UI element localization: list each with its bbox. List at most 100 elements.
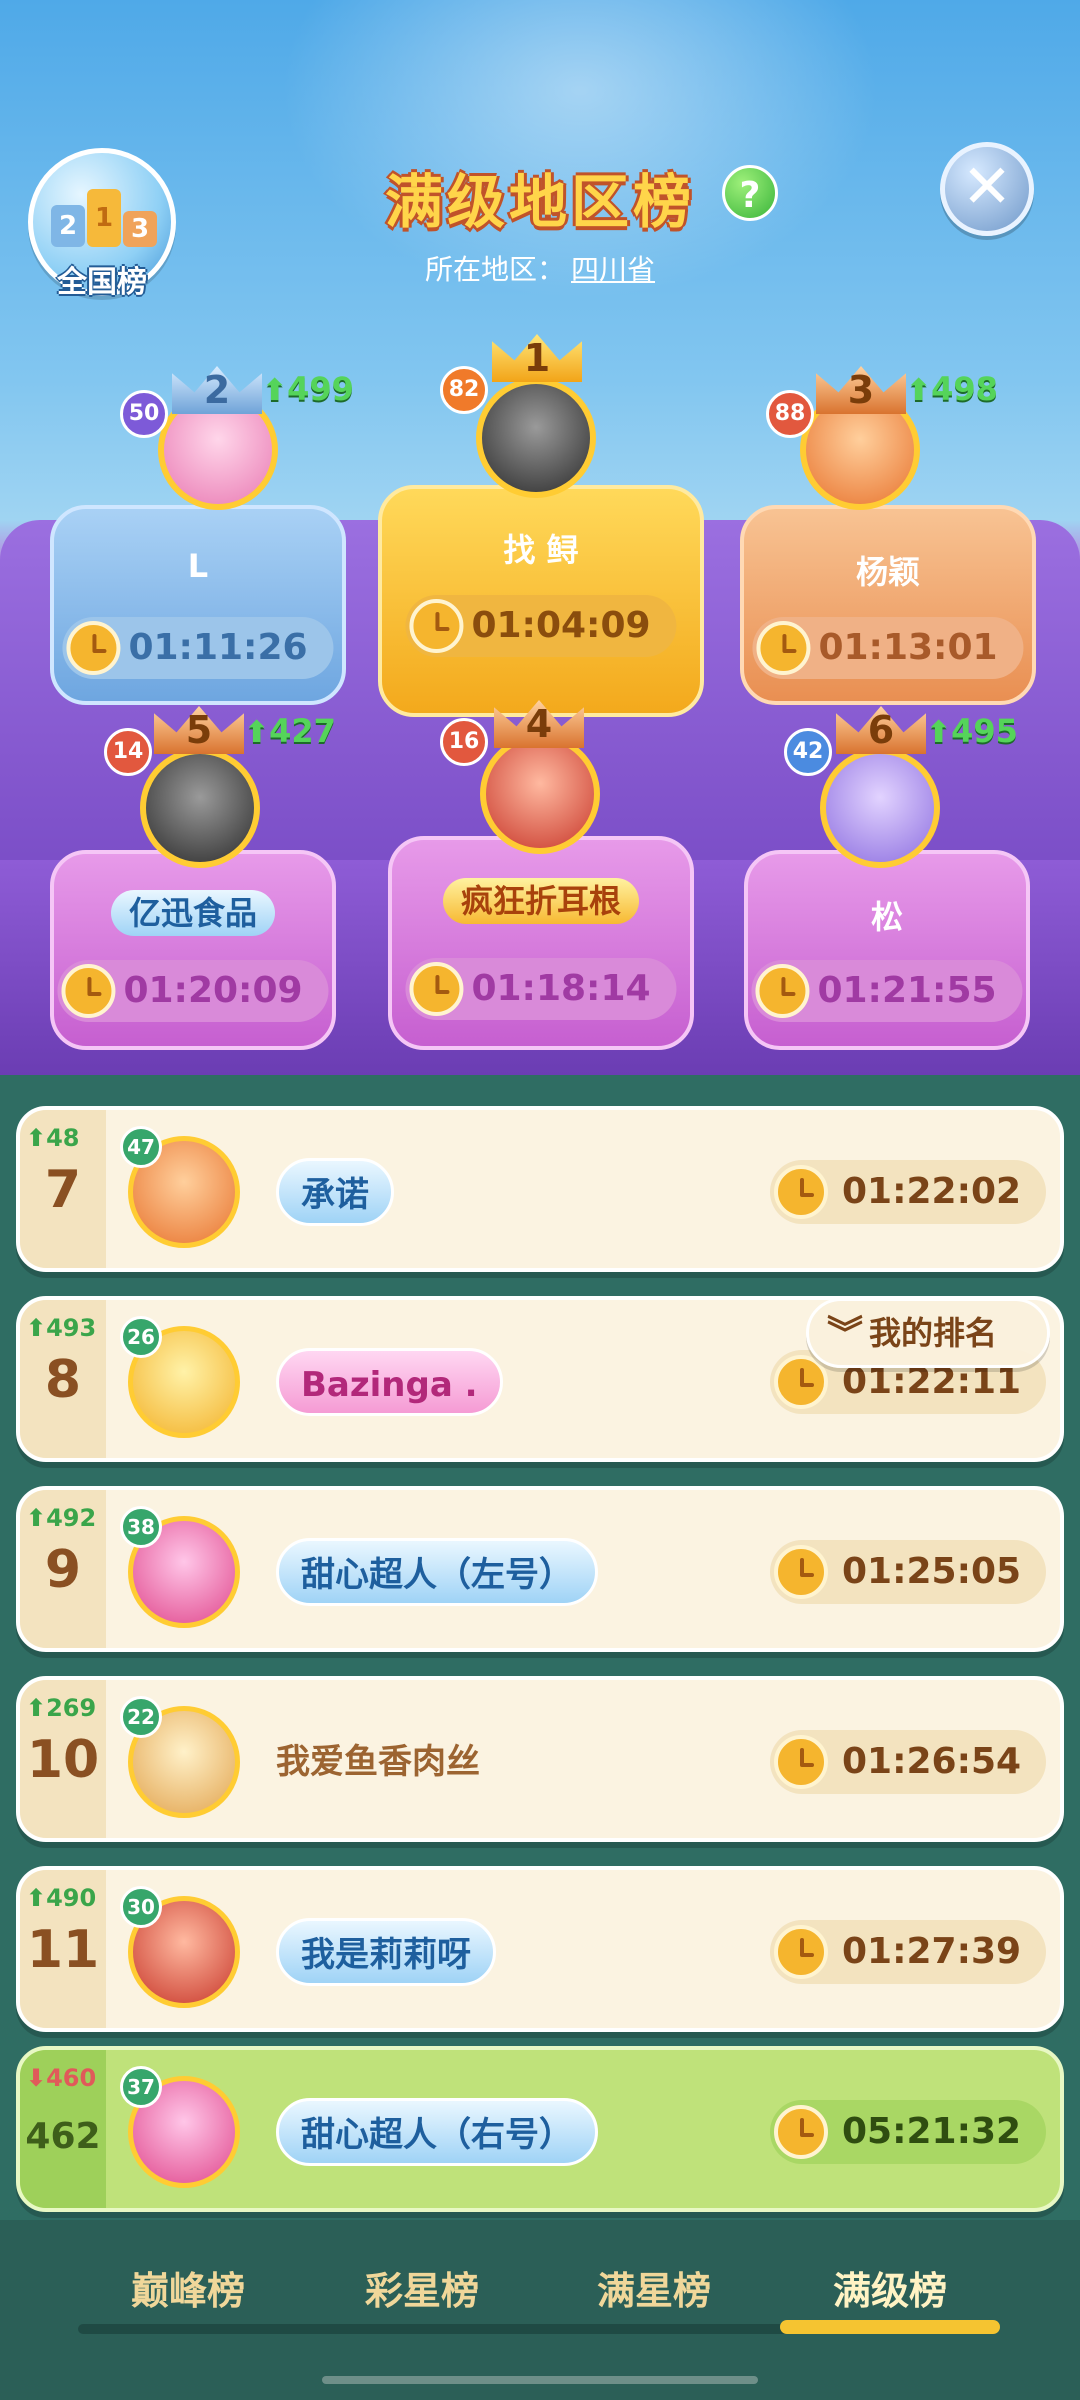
crown-icon: 1 (492, 320, 582, 382)
player-name: 我是莉莉呀 (276, 1918, 496, 1986)
clock-icon (756, 621, 811, 675)
avatar[interactable] (820, 748, 940, 868)
rank-number: 7 (44, 1160, 82, 1220)
clock-icon (774, 2105, 828, 2159)
avatar[interactable] (140, 748, 260, 868)
time-value: 01:11:26 (128, 627, 308, 668)
clock-icon (409, 599, 464, 653)
arrow-up-icon: ⬆ (26, 1314, 47, 1342)
rank-change: ⬆269 (26, 1694, 96, 1722)
time-value: 01:22:02 (842, 1171, 1022, 1212)
rank-change: ⬆492 (26, 1504, 96, 1532)
crown-rank: 4 (525, 702, 553, 746)
podium-card-rank-2[interactable]: L 01:11:26 (50, 505, 346, 705)
player-time: 01:22:02 (770, 1160, 1046, 1224)
leaderboard-hero: 2 1 3 全国榜 满级地区榜 ? 所在地区： 四川省 ✕ L 01:11:26 … (0, 0, 1080, 1075)
clock-icon (409, 962, 464, 1016)
level-badge: 47 (120, 1126, 162, 1168)
arrow-down-icon: ⬇ (26, 2064, 47, 2092)
rank-change-value: 498 (931, 370, 998, 408)
list-row[interactable]: ⬆269 10 22 我爱鱼香肉丝 01:26:54 (16, 1676, 1064, 1842)
player-name: 找 鲟 (503, 531, 579, 569)
bottom-tab-bar: 巅峰榜 彩星榜 满星榜 满级榜 (0, 2220, 1080, 2400)
player-name: 甜心超人（右号） (276, 2098, 598, 2166)
crown-rank: 5 (185, 708, 213, 752)
time-value: 01:04:09 (471, 605, 651, 646)
player-name: Bazinga . (276, 1348, 503, 1416)
list-row[interactable]: ⬆492 9 38 甜心超人（左号） 01:25:05 (16, 1486, 1064, 1652)
crown-icon: 3 (816, 352, 906, 414)
rank-number: 462 (25, 2116, 101, 2157)
time-value: 01:26:54 (842, 1741, 1022, 1782)
rank-change: ⬆498 (906, 370, 998, 408)
rank-number: 9 (44, 1540, 82, 1600)
arrow-up-icon: ⬆ (244, 715, 270, 750)
region-value-link[interactable]: 四川省 (571, 253, 655, 286)
rank-change: ⬆490 (26, 1884, 96, 1912)
podium-card-rank-3[interactable]: 杨颖 01:13:01 (740, 505, 1036, 705)
podium-card-rank-4[interactable]: 疯狂折耳根 01:18:14 (388, 836, 694, 1050)
podium-card-rank-5[interactable]: 亿迅食品 01:20:09 (50, 850, 336, 1050)
arrow-up-icon: ⬆ (26, 1694, 47, 1722)
level-badge: 14 (104, 728, 152, 776)
tab-full-star[interactable]: 满星榜 (544, 2260, 764, 2315)
player-time: 05:21:32 (770, 2100, 1046, 2164)
player-name: L (187, 547, 209, 585)
help-icon[interactable]: ? (722, 165, 778, 221)
level-badge: 22 (120, 1696, 162, 1738)
rank-change-value: 493 (46, 1314, 97, 1342)
clock-icon (774, 1165, 828, 1219)
tab-color-star[interactable]: 彩星榜 (312, 2260, 532, 2315)
crown-icon: 4 (494, 686, 584, 748)
list-row[interactable]: ⬆48 7 47 承诺 01:22:02 (16, 1106, 1064, 1272)
level-badge: 50 (120, 390, 168, 438)
my-rank-button[interactable]: ︾ 我的排名 (806, 1298, 1050, 1368)
crown-icon: 6 (836, 692, 926, 754)
arrow-up-icon: ⬆ (26, 1504, 47, 1532)
tab-peak[interactable]: 巅峰榜 (78, 2260, 298, 2315)
close-button[interactable]: ✕ (940, 142, 1034, 236)
tab-full-level[interactable]: 满级榜 (780, 2260, 1000, 2315)
rank-change-value: 427 (269, 712, 336, 750)
level-badge: 37 (120, 2066, 162, 2108)
page-title: 满级地区榜 (384, 168, 695, 236)
rank-change: ⬇460 (26, 2064, 96, 2092)
crown-icon: 2 (172, 352, 262, 414)
player-time: 01:13:01 (752, 617, 1024, 679)
clock-icon (774, 1925, 828, 1979)
time-value: 05:21:32 (842, 2111, 1022, 2152)
level-badge: 82 (440, 366, 488, 414)
crown-rank: 6 (867, 708, 895, 752)
rank-change-value: 460 (46, 2064, 97, 2092)
time-value: 01:13:01 (818, 627, 998, 668)
my-rank-row[interactable]: ⬇460 462 37 甜心超人（右号） 05:21:32 (16, 2046, 1064, 2212)
crown-rank: 1 (523, 336, 551, 380)
rank-change-value: 269 (46, 1694, 97, 1722)
arrow-up-icon: ⬆ (26, 1884, 47, 1912)
player-time: 01:26:54 (770, 1730, 1046, 1794)
home-indicator[interactable] (322, 2376, 758, 2384)
rank-number: 11 (26, 1920, 100, 1980)
time-value: 01:21:55 (817, 970, 997, 1011)
level-badge: 38 (120, 1506, 162, 1548)
player-time: 01:25:05 (770, 1540, 1046, 1604)
rank-change-value: 492 (46, 1504, 97, 1532)
clock-icon (755, 964, 810, 1018)
player-name: 松 (870, 898, 903, 936)
my-rank-label: 我的排名 (869, 1314, 998, 1352)
player-name: 亿迅食品 (54, 888, 332, 936)
avatar[interactable] (476, 378, 596, 498)
player-time: 01:21:55 (751, 960, 1023, 1022)
list-row[interactable]: ⬆490 11 30 我是莉莉呀 01:27:39 (16, 1866, 1064, 2032)
clock-icon (774, 1735, 828, 1789)
chevron-down-icon: ︾ (827, 1314, 864, 1355)
podium-card-rank-1[interactable]: 找 鲟 01:04:09 (378, 485, 704, 717)
player-name: 杨颖 (855, 553, 920, 591)
player-time: 01:11:26 (62, 617, 334, 679)
time-value: 01:25:05 (842, 1551, 1022, 1592)
podium-card-rank-6[interactable]: 松 01:21:55 (744, 850, 1030, 1050)
avatar[interactable] (480, 734, 600, 854)
arrow-up-icon: ⬆ (262, 373, 288, 408)
player-name: 疯狂折耳根 (392, 876, 690, 924)
region-label: 所在地区： (424, 253, 565, 286)
